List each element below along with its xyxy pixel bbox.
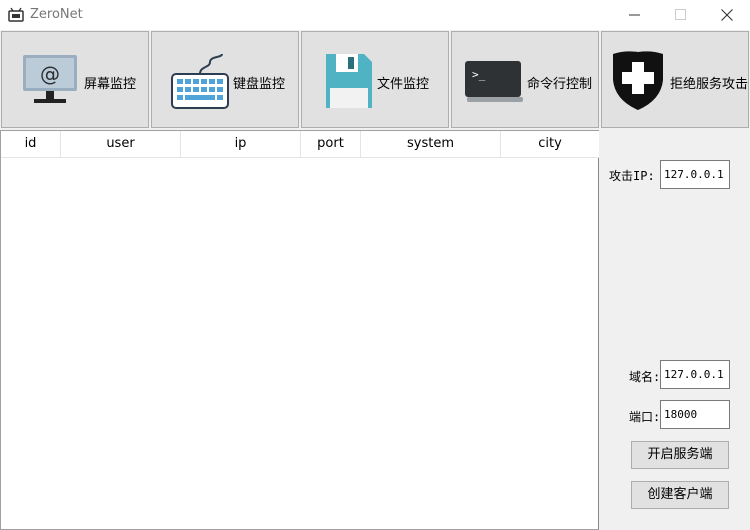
keyboard-icon [171,53,229,109]
title-bar: ZeroNet [0,0,750,30]
toolbar-label-file: 文件监控 [377,77,430,92]
attack-ip-label: 攻击IP: [609,169,655,183]
domain-input[interactable] [660,360,730,389]
minimize-icon [629,14,640,16]
column-header-port[interactable]: port [301,131,361,157]
shield-plus-icon [613,51,663,110]
start-server-button[interactable]: 开启服务端 [631,441,729,469]
toolbar-label-terminal: 命令行控制 [527,77,593,92]
window-title: ZeroNet [30,7,83,22]
svg-text:@: @ [40,62,60,86]
column-header-ip[interactable]: ip [181,131,301,157]
table-header: id user ip port system city [1,131,599,158]
toolbar-label-keyboard: 键盘监控 [233,77,286,92]
column-header-id[interactable]: id [1,131,61,157]
maximize-button[interactable] [658,0,704,30]
toolbar: @ 屏幕监控 键盘监控 文件监控 >_ 命令行控制 拒绝服务攻击 [0,30,750,130]
column-header-city[interactable]: city [501,131,599,157]
column-header-user[interactable]: user [61,131,181,157]
attack-ip-input[interactable] [660,160,730,189]
screen-monitor-button[interactable]: @ 屏幕监控 [1,31,149,128]
control-panel: 攻击IP: 域名: 端口: 开启服务端 创建客户端 [599,130,750,530]
toolbar-label-dos: 拒绝服务攻击 [670,77,749,92]
file-monitor-button[interactable]: 文件监控 [301,31,449,128]
monitor-icon: @ [23,55,77,103]
dos-attack-button[interactable]: 拒绝服务攻击 [601,31,749,128]
keyboard-monitor-button[interactable]: 键盘监控 [151,31,299,128]
svg-text:>_: >_ [472,68,486,81]
column-header-system[interactable]: system [361,131,501,157]
minimize-button[interactable] [612,0,658,30]
close-button[interactable] [704,0,750,30]
port-label: 端口: [629,410,661,424]
terminal-icon: >_ [465,61,523,102]
app-icon [8,7,24,22]
command-line-button[interactable]: >_ 命令行控制 [451,31,599,128]
port-input[interactable] [660,400,730,429]
close-icon [721,9,733,21]
client-table[interactable]: id user ip port system city [0,130,599,530]
maximize-icon [675,9,686,20]
domain-label: 域名: [629,370,661,384]
floppy-disk-icon [326,54,372,108]
toolbar-label-screen: 屏幕监控 [84,77,137,92]
create-client-button[interactable]: 创建客户端 [631,481,729,509]
